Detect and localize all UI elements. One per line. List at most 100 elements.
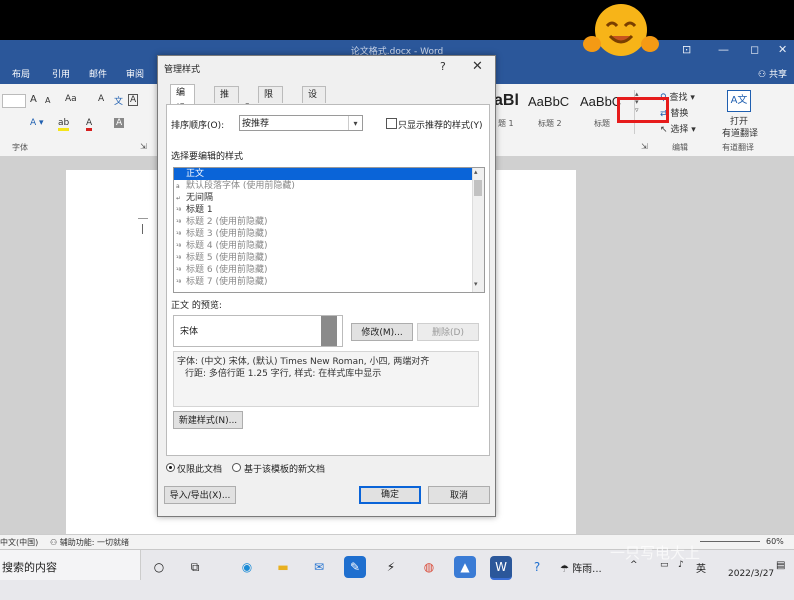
tab-layout[interactable]: 布局 — [12, 67, 30, 80]
dialog-title: 管理样式 — [164, 65, 201, 75]
accessibility-icon: ⚇ — [50, 538, 58, 547]
list-item[interactable]: ¹ª 标题 2 (使用前隐藏) — [174, 216, 474, 228]
app-icon[interactable]: ✎ — [344, 556, 366, 578]
tab-mailings[interactable]: 邮件 — [89, 67, 107, 80]
modify-button[interactable]: 修改(M)... — [351, 323, 413, 341]
tab-edit[interactable]: 编辑(E) — [170, 84, 195, 130]
list-item[interactable]: ¹ª 标题 3 (使用前隐藏) — [174, 228, 474, 240]
ribbon-display-icon[interactable]: ⊡ — [682, 43, 691, 56]
ok-button[interactable]: 确定 — [359, 486, 421, 504]
highlight-button[interactable]: ab — [58, 118, 70, 131]
tab-restrict[interactable]: 限制(S) — [258, 86, 283, 132]
maximize-icon[interactable]: ◻ — [750, 43, 759, 56]
scroll-thumb[interactable] — [474, 180, 482, 196]
text-effects-label: A — [30, 118, 37, 128]
new-style-button[interactable]: 新建样式(N)... — [173, 411, 243, 429]
style-name: 默认段落字体 (使用前隐藏) — [186, 181, 295, 191]
style-name: 标题 5 (使用前隐藏) — [186, 253, 268, 263]
help-button[interactable]: ? — [440, 60, 446, 73]
replace-label: 替换 — [670, 109, 689, 119]
edge-icon[interactable]: ◉ — [236, 556, 258, 578]
style-list-scrollbar[interactable]: ▴ ▾ — [472, 168, 484, 292]
radio-this-document[interactable] — [166, 463, 175, 472]
show-recommended-checkbox[interactable] — [386, 118, 397, 129]
list-item[interactable]: ¹ª 标题 7 (使用前隐藏) — [174, 276, 474, 288]
notification-icon[interactable]: ▤ — [776, 560, 785, 571]
sort-order-select[interactable]: 按推荐 ▾ — [239, 115, 363, 131]
task-view-circle-icon[interactable]: ○ — [148, 556, 170, 578]
clear-format-button[interactable]: A — [98, 94, 104, 104]
style-title-sample[interactable]: AaBbC — [580, 94, 621, 109]
select-button[interactable]: ↖ 选择 ▾ — [660, 122, 696, 135]
char-shading-button[interactable]: A — [114, 118, 125, 128]
accessibility-status[interactable]: ⚇ 辅助功能: 一切就绪 — [50, 537, 129, 548]
style-heading1-sample[interactable]: aBl — [494, 92, 519, 110]
list-item[interactable]: ¹ª 标题 4 (使用前隐藏) — [174, 240, 474, 252]
chrome-icon[interactable]: ◍ — [418, 556, 440, 578]
font-dialog-launcher-icon[interactable]: ⇲ — [140, 142, 147, 151]
minimize-icon[interactable]: — — [718, 43, 729, 56]
close-icon[interactable]: ✕ — [472, 59, 483, 74]
translate-icon[interactable]: A文 — [727, 90, 751, 112]
phonetic-guide-button[interactable]: 文 — [114, 94, 123, 107]
list-item[interactable]: 正文 — [174, 168, 474, 180]
taskbar-search[interactable]: 搜索的内容 — [0, 550, 141, 580]
style-heading1-caption: 题 1 — [498, 119, 514, 128]
tab-set-defaults[interactable]: 设置默认值(F) — [302, 86, 327, 180]
sort-order-label: 排序顺序(O): — [171, 121, 225, 131]
cancel-button[interactable]: 取消 — [428, 486, 490, 504]
photos-icon[interactable]: ▲ — [454, 556, 476, 578]
char-border-button[interactable]: A — [128, 94, 139, 106]
list-item[interactable]: ↵ 无间隔 — [174, 192, 474, 204]
style-list[interactable]: 正文 a 默认段落字体 (使用前隐藏) ↵ 无间隔 ¹ª 标题 1 ¹ª 标题 2 (使… — [173, 167, 485, 293]
list-item[interactable]: a 默认段落字体 (使用前隐藏) — [174, 180, 474, 192]
search-text: 搜索的内容 — [2, 561, 57, 574]
change-case-button[interactable]: Aa — [65, 94, 77, 104]
share-button[interactable]: ⚇ 共享 — [758, 67, 787, 80]
grow-font-button[interactable]: A — [30, 94, 37, 105]
weather-text: 阵雨... — [572, 564, 602, 575]
language-status[interactable]: 中文(中国) — [0, 537, 38, 548]
list-item[interactable]: ¹ª 标题 5 (使用前隐藏) — [174, 252, 474, 264]
scroll-up-icon[interactable]: ▴ — [474, 168, 478, 176]
tab-recommend[interactable]: 推荐(R) — [214, 86, 240, 132]
font-color-button[interactable]: A — [86, 118, 93, 131]
accessibility-label: 辅助功能: 一切就绪 — [59, 538, 129, 547]
edit-tab-panel: 排序顺序(O): 按推荐 ▾ 只显示推荐的样式(Y) 选择要编辑的样式 正文 a… — [166, 104, 490, 456]
delete-button[interactable]: 删除(D) — [417, 323, 479, 341]
style-name: 标题 1 — [186, 205, 213, 215]
styles-dialog-launcher-icon[interactable]: ⇲ — [641, 142, 648, 151]
shrink-font-button[interactable]: A — [45, 96, 50, 105]
scroll-down-icon[interactable]: ▾ — [474, 280, 478, 288]
import-export-button[interactable]: 导入/导出(X)... — [164, 486, 236, 504]
radio-template-docs[interactable] — [232, 463, 241, 472]
zoom-slider[interactable] — [700, 541, 760, 542]
clock-date[interactable]: 2022/3/27 — [728, 569, 774, 579]
mail-icon[interactable]: ✉ — [308, 556, 330, 578]
text-cursor — [142, 224, 143, 234]
style-preview: 宋体 — [173, 315, 343, 347]
close-window-icon[interactable]: ✕ — [778, 43, 787, 56]
style-name: 标题 2 (使用前隐藏) — [186, 217, 268, 227]
font-group-label: 字体 — [12, 143, 28, 152]
zoom-level[interactable]: 60% — [766, 537, 784, 546]
word-taskbar-icon[interactable]: W — [490, 556, 512, 580]
cursor-icon: ↖ — [660, 125, 668, 135]
list-item[interactable]: ¹ª 标题 1 — [174, 204, 474, 216]
help-icon[interactable]: ? — [526, 556, 548, 578]
open-translate-label-2[interactable]: 有道翻译 — [722, 126, 758, 139]
description-line-2: 行距: 多倍行距 1.25 字行, 样式: 在样式库中显示 — [185, 369, 382, 379]
weather-widget[interactable]: ☂ 阵雨... — [560, 560, 602, 575]
tab-references[interactable]: 引用 — [52, 67, 70, 80]
task-view-icon[interactable]: ⧉ — [184, 556, 206, 578]
style-heading2-sample[interactable]: AaBbC — [528, 94, 569, 109]
tab-review[interactable]: 审阅 — [126, 67, 144, 80]
text-effects-button[interactable]: A ▾ — [30, 118, 44, 128]
list-item[interactable]: ¹ª 标题 6 (使用前隐藏) — [174, 264, 474, 276]
style-name: 标题 3 (使用前隐藏) — [186, 229, 268, 239]
select-label: 选择 — [670, 125, 689, 135]
sort-order-value: 按推荐 — [242, 119, 270, 129]
lightning-app-icon[interactable]: ⚡ — [380, 556, 402, 578]
font-size-box[interactable] — [2, 94, 26, 108]
file-explorer-icon[interactable]: ▬ — [272, 556, 294, 578]
